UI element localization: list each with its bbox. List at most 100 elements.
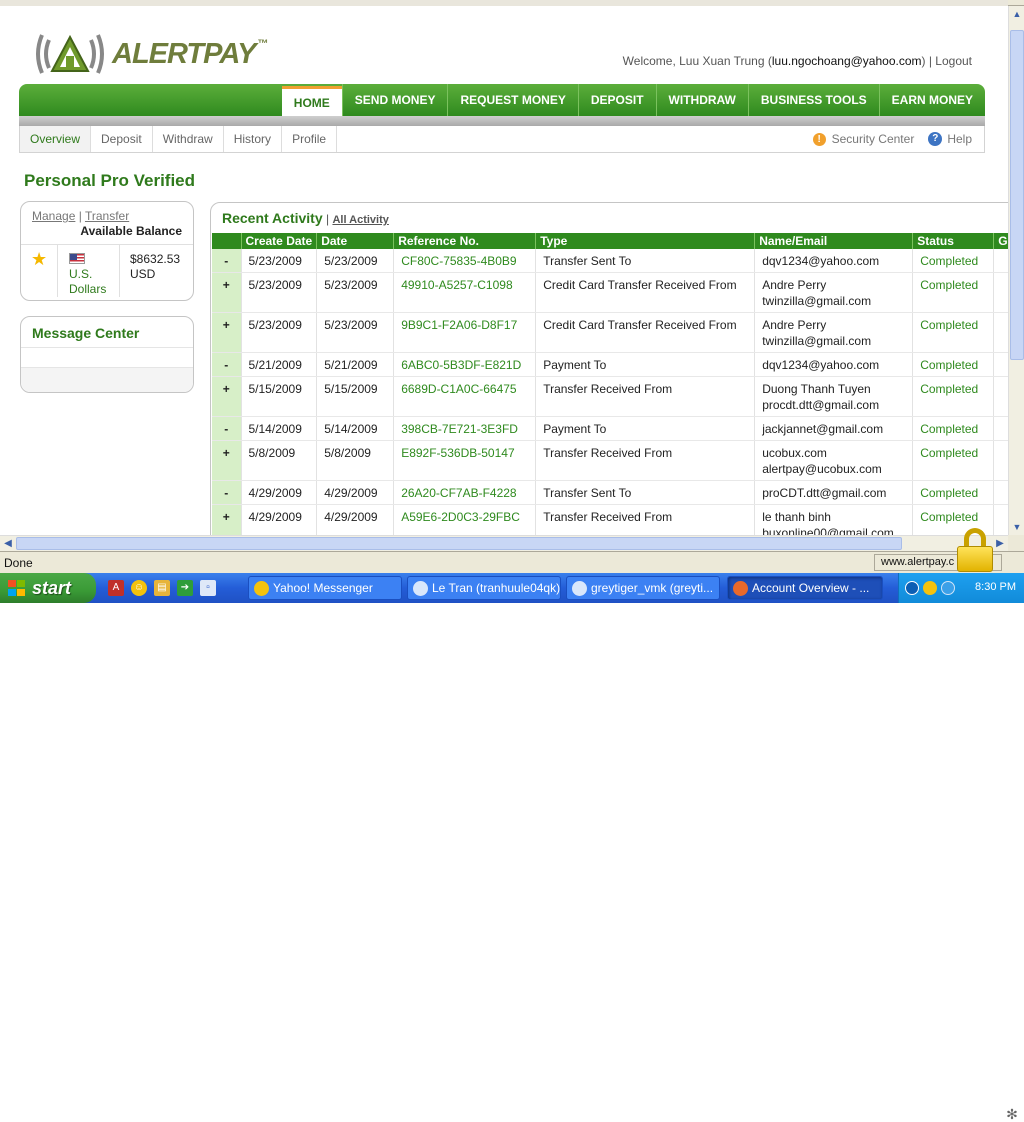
row-name-email: dqv1234@yahoo.com	[754, 352, 914, 377]
row-name: dqv1234@yahoo.com	[762, 358, 880, 372]
task-chat-greytiger[interactable]: greytiger_vmk (greyti...	[566, 576, 720, 600]
row-name-email: Duong Thanh Tuyen procdt.dtt@gmail.com	[754, 376, 914, 417]
row-status: Completed	[912, 416, 995, 441]
tab-send-money[interactable]: SEND MONEY	[341, 84, 448, 116]
table-row[interactable]: -5/21/2009 5/21/2009 6ABC0-5B3DF-E821D Paym…	[212, 352, 1008, 377]
task-account-overview[interactable]: Account Overview - ...	[727, 576, 883, 600]
recent-activity-header: Recent Activity | All Activity	[222, 210, 389, 226]
folder-icon[interactable]: ▤	[154, 580, 170, 596]
row-name: proCDT.dtt@gmail.com	[762, 486, 887, 500]
row-reference-link[interactable]: 398CB-7E721-3E3FD	[393, 416, 537, 441]
row-name-email: dqv1234@yahoo.com	[754, 249, 914, 273]
currency-name[interactable]: U.S. Dollars	[69, 267, 106, 297]
secure-lock-icon[interactable]	[957, 528, 993, 572]
row-reference-link[interactable]: E892F-536DB-50147	[393, 440, 537, 481]
alertpay-logo[interactable]: ALERTPAY ™	[32, 28, 268, 80]
row-name-email: jackjannet@gmail.com	[754, 416, 914, 441]
welcome-message: Welcome, Luu Xuan Trung (luu.ngochoang@y…	[622, 54, 972, 68]
col-date[interactable]: Date	[316, 233, 395, 249]
subtab-overview[interactable]: Overview	[20, 126, 92, 152]
recent-activity-title: Recent Activity	[222, 210, 323, 226]
manage-link[interactable]: Manage	[32, 209, 75, 223]
row-status: Completed	[912, 480, 995, 505]
col-create-date[interactable]: Create Date	[241, 233, 318, 249]
row-reference-link[interactable]: 26A20-CF7AB-F4228	[393, 480, 537, 505]
logout-link[interactable]: Logout	[935, 54, 972, 68]
col-reference[interactable]: Reference No.	[393, 233, 537, 249]
row-email: twinzilla@gmail.com	[762, 334, 872, 348]
subtab-deposit[interactable]: Deposit	[91, 126, 153, 152]
table-row[interactable]: -4/29/2009 4/29/2009 26A20-CF7AB-F4228 Tran…	[212, 480, 1008, 505]
row-reference-link[interactable]: 9B9C1-F2A06-D8F17	[393, 312, 537, 353]
subtab-withdraw[interactable]: Withdraw	[153, 126, 224, 152]
row-email: procdt.dtt@gmail.com	[762, 398, 880, 412]
col-type[interactable]: Type	[535, 233, 756, 249]
messenger-tray-icon[interactable]	[923, 581, 937, 595]
gear-icon[interactable]: ✻	[1004, 1106, 1020, 1122]
row-reference-link[interactable]: 6ABC0-5B3DF-E821D	[393, 352, 537, 377]
horizontal-scrollbar[interactable]: ◀ ▶	[0, 535, 1008, 551]
scroll-down-icon[interactable]: ▼	[1010, 519, 1024, 535]
row-create-date: 5/23/2009	[241, 272, 318, 313]
transfer-link[interactable]: Transfer	[85, 209, 129, 223]
desktop-icon[interactable]: ▫	[200, 580, 216, 596]
vertical-scroll-thumb[interactable]	[1010, 30, 1024, 360]
network-icon[interactable]	[941, 581, 955, 595]
table-row[interactable]: +4/29/2009 4/29/2009 A59E6-2D0C3-29FBC Tran…	[212, 504, 1008, 535]
row-status: Completed	[912, 352, 995, 377]
col-name-email[interactable]: Name/Email	[754, 233, 914, 249]
col-g[interactable]: G	[993, 233, 1008, 249]
task-yahoo-messenger[interactable]: Yahoo! Messenger	[248, 576, 402, 600]
table-row[interactable]: -5/14/2009 5/14/2009 398CB-7E721-3E3FD Paym…	[212, 416, 1008, 441]
balance-panel: Manage | Transfer Available Balance ★ U.…	[20, 201, 194, 301]
table-row[interactable]: +5/15/2009 5/15/2009 6689D-C1A0C-66475 Tran…	[212, 376, 1008, 417]
start-button[interactable]: start	[0, 573, 96, 603]
row-reference-link[interactable]: 6689D-C1A0C-66475	[393, 376, 537, 417]
row-name: dqv1234@yahoo.com	[762, 254, 880, 268]
row-reference-link[interactable]: 49910-A5257-C1098	[393, 272, 537, 313]
row-name: ucobux.com	[762, 446, 827, 460]
row-reference-link[interactable]: CF80C-75835-4B0B9	[393, 249, 537, 273]
arrow-icon[interactable]: ➔	[177, 580, 193, 596]
tab-home[interactable]: HOME	[281, 86, 342, 116]
tab-withdraw[interactable]: WITHDRAW	[655, 84, 748, 116]
user-email: luu.ngochoang@yahoo.com	[771, 54, 922, 68]
scroll-up-icon[interactable]: ▲	[1010, 6, 1024, 22]
acrobat-icon[interactable]: A	[108, 580, 124, 596]
row-date: 5/23/2009	[316, 312, 395, 353]
tray-expand-icon[interactable]	[905, 581, 919, 595]
vertical-scrollbar[interactable]: ▲ ▼	[1008, 6, 1024, 535]
row-name: Andre Perry	[762, 318, 827, 332]
table-row[interactable]: +5/23/2009 5/23/2009 9B9C1-F2A06-D8F17 Cred…	[212, 312, 1008, 353]
subtab-profile[interactable]: Profile	[282, 126, 338, 152]
all-activity-link[interactable]: All Activity	[332, 214, 388, 226]
row-name: Duong Thanh Tuyen	[762, 382, 871, 396]
row-reference-link[interactable]: A59E6-2D0C3-29FBC	[393, 504, 537, 535]
message-center-footer	[21, 368, 193, 392]
tab-earn-money[interactable]: EARN MONEY	[878, 84, 985, 116]
table-row[interactable]: -5/23/2009 5/23/2009 CF80C-75835-4B0B9 Tran…	[212, 249, 1008, 273]
balance-amount: $8632.53 USD	[130, 252, 181, 281]
row-create-date: 4/29/2009	[241, 504, 318, 535]
row-date: 5/21/2009	[316, 352, 395, 377]
horizontal-scroll-thumb[interactable]	[16, 537, 902, 550]
scroll-right-icon[interactable]: ▶	[992, 536, 1008, 552]
table-row[interactable]: +5/23/2009 5/23/2009 49910-A5257-C1098 Cred…	[212, 272, 1008, 313]
row-type: Payment To	[535, 352, 756, 377]
table-row[interactable]: +5/8/2009 5/8/2009 E892F-536DB-50147 Transf…	[212, 440, 1008, 481]
account-status-title: Personal Pro Verified	[24, 171, 196, 190]
task-chat-le-tran[interactable]: Le Tran (tranhuule04qk)	[407, 576, 561, 600]
col-status[interactable]: Status	[912, 233, 995, 249]
scroll-left-icon[interactable]: ◀	[0, 536, 16, 552]
help-link[interactable]: ? Help	[928, 132, 972, 146]
tab-request-money[interactable]: REQUEST MONEY	[447, 84, 577, 116]
row-status: Completed	[912, 312, 995, 353]
recent-activity-panel: Recent Activity | All Activity Create Da…	[210, 202, 1008, 535]
tab-business-tools[interactable]: BUSINESS TOOLS	[747, 84, 879, 116]
subtab-history[interactable]: History	[224, 126, 283, 152]
messenger-icon[interactable]: ☺	[131, 580, 147, 596]
tab-deposit[interactable]: DEPOSIT	[577, 84, 656, 116]
security-center-link[interactable]: ! Security Center	[812, 132, 914, 146]
row-name: Andre Perry	[762, 278, 827, 292]
row-name: le thanh binh	[762, 510, 831, 524]
